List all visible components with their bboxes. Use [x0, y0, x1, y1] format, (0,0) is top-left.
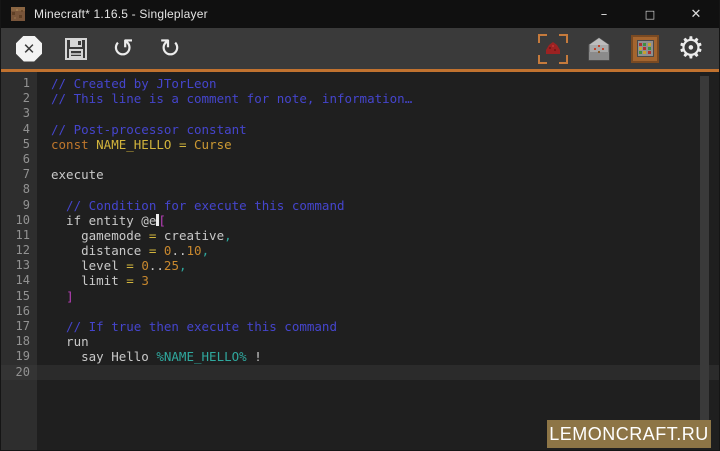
- line-number: 7: [1, 167, 37, 182]
- toolbar-right-group: ⚙: [537, 33, 719, 65]
- code-text: level = 0..25,: [37, 258, 719, 273]
- redstone-tab-button[interactable]: [537, 33, 569, 65]
- redo-button[interactable]: ↻: [154, 33, 186, 65]
- selection-brackets-icon: [538, 34, 568, 64]
- line-number: 16: [1, 304, 37, 319]
- minimize-button[interactable]: –: [581, 0, 627, 28]
- toolbar-left-group: ✕ ↺ ↻: [1, 33, 186, 65]
- line-number: 13: [1, 258, 37, 273]
- line-number: 3: [1, 106, 37, 121]
- octagon-x-icon: ✕: [16, 36, 42, 62]
- code-text: if entity @e[: [37, 213, 719, 228]
- code-text: [37, 365, 719, 380]
- window-controls: – □ ✕: [581, 0, 719, 28]
- code-text: [37, 106, 719, 121]
- line-number: 17: [1, 319, 37, 334]
- title-bar: Minecraft* 1.16.5 - Singleplayer – □ ✕: [1, 0, 719, 28]
- line-number: 5: [1, 137, 37, 152]
- code-text: execute: [37, 167, 719, 182]
- vertical-scrollbar[interactable]: [700, 76, 709, 432]
- code-line[interactable]: 16: [1, 304, 719, 319]
- code-text: [37, 304, 719, 319]
- code-line[interactable]: 15 ]: [1, 289, 719, 304]
- code-text: // This line is a comment for note, info…: [37, 91, 719, 106]
- code-line[interactable]: 20: [1, 365, 719, 380]
- maximize-button[interactable]: □: [627, 0, 673, 28]
- redo-icon: ↻: [159, 36, 181, 62]
- code-line[interactable]: 7execute: [1, 167, 719, 182]
- undo-icon: ↺: [112, 36, 134, 62]
- line-number: 14: [1, 273, 37, 288]
- code-text: const NAME_HELLO = Curse: [37, 137, 719, 152]
- line-number: 8: [1, 182, 37, 197]
- line-number: 2: [1, 91, 37, 106]
- code-line[interactable]: 14 limit = 3: [1, 273, 719, 288]
- code-rows: 1// Created by JTorLeon2// This line is …: [1, 76, 719, 380]
- code-line[interactable]: 13 level = 0..25,: [1, 258, 719, 273]
- line-number: 19: [1, 349, 37, 364]
- code-line[interactable]: 1// Created by JTorLeon: [1, 76, 719, 91]
- line-number: 9: [1, 198, 37, 213]
- code-text: limit = 3: [37, 273, 719, 288]
- line-number: 11: [1, 228, 37, 243]
- code-line[interactable]: 5const NAME_HELLO = Curse: [1, 137, 719, 152]
- code-line[interactable]: 4// Post-processor constant: [1, 122, 719, 137]
- code-line[interactable]: 6: [1, 152, 719, 167]
- line-number: 4: [1, 122, 37, 137]
- floppy-save-icon: [63, 36, 89, 62]
- structure-home-button[interactable]: [583, 33, 615, 65]
- gear-icon: ⚙: [678, 34, 705, 64]
- home-structure-icon: [586, 36, 612, 62]
- close-file-button[interactable]: ✕: [13, 33, 45, 65]
- maximize-icon: □: [645, 8, 655, 21]
- minecraft-grass-block-icon: [10, 6, 26, 22]
- settings-button[interactable]: ⚙: [675, 33, 707, 65]
- code-text: // Created by JTorLeon: [37, 76, 719, 91]
- close-icon: ✕: [691, 7, 702, 22]
- line-number: 12: [1, 243, 37, 258]
- code-line[interactable]: 19 say Hello %NAME_HELLO% !: [1, 349, 719, 364]
- code-line[interactable]: 9 // Condition for execute this command: [1, 198, 719, 213]
- code-line[interactable]: 10 if entity @e[: [1, 213, 719, 228]
- module-grid-icon: [631, 35, 659, 63]
- code-line[interactable]: 2// This line is a comment for note, inf…: [1, 91, 719, 106]
- code-text: // Condition for execute this command: [37, 198, 719, 213]
- line-number: 18: [1, 334, 37, 349]
- minimize-icon: –: [601, 7, 608, 22]
- code-line[interactable]: 12 distance = 0..10,: [1, 243, 719, 258]
- line-number: 6: [1, 152, 37, 167]
- window-title: Minecraft* 1.16.5 - Singleplayer: [34, 7, 208, 21]
- code-line[interactable]: 18 run: [1, 334, 719, 349]
- line-number: 15: [1, 289, 37, 304]
- code-text: // Post-processor constant: [37, 122, 719, 137]
- code-line[interactable]: 8: [1, 182, 719, 197]
- module-grid-button[interactable]: [629, 33, 661, 65]
- code-text: gamemode = creative,: [37, 228, 719, 243]
- code-line[interactable]: 3: [1, 106, 719, 121]
- app-window: Minecraft* 1.16.5 - Singleplayer – □ ✕ ✕: [0, 0, 720, 451]
- code-text: say Hello %NAME_HELLO% !: [37, 349, 719, 364]
- code-text: run: [37, 334, 719, 349]
- code-editor[interactable]: 1// Created by JTorLeon2// This line is …: [1, 72, 719, 450]
- watermark-badge: LEMONCRAFT.RU: [547, 420, 711, 448]
- code-text: distance = 0..10,: [37, 243, 719, 258]
- line-number: 20: [1, 365, 37, 380]
- code-line[interactable]: 11 gamemode = creative,: [1, 228, 719, 243]
- code-text: // If true then execute this command: [37, 319, 719, 334]
- undo-button[interactable]: ↺: [107, 33, 139, 65]
- line-number: 10: [1, 213, 37, 228]
- code-text: [37, 152, 719, 167]
- code-line[interactable]: 17 // If true then execute this command: [1, 319, 719, 334]
- line-number: 1: [1, 76, 37, 91]
- code-text: ]: [37, 289, 719, 304]
- editor-toolbar: ✕ ↺ ↻: [1, 28, 719, 69]
- save-button[interactable]: [60, 33, 92, 65]
- close-button[interactable]: ✕: [673, 0, 719, 28]
- code-text: [37, 182, 719, 197]
